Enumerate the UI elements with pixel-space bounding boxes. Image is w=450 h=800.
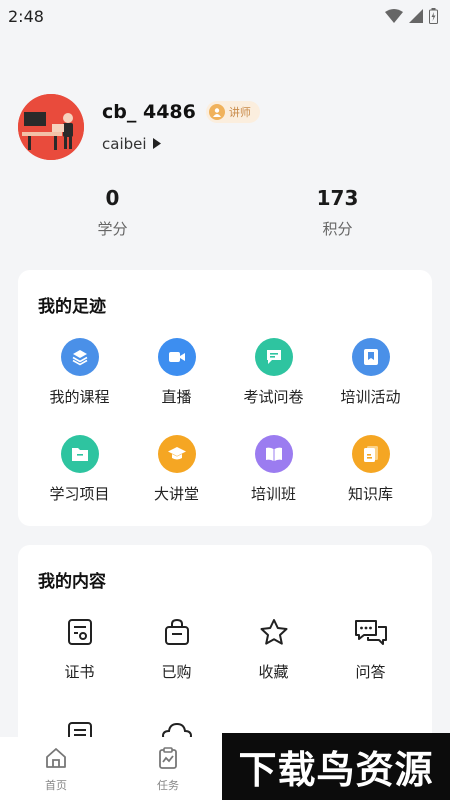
content-item-favorites[interactable]: 收藏 [225, 613, 322, 682]
battery-icon [429, 8, 438, 24]
tab-tasks[interactable]: 任务 [112, 737, 224, 800]
signal-icon [409, 9, 423, 23]
folder-icon [60, 435, 99, 473]
video-icon [157, 338, 196, 376]
item-label: 问答 [355, 663, 386, 681]
shopping-bag-icon [158, 613, 196, 651]
avatar[interactable] [18, 94, 84, 160]
wifi-icon [385, 9, 403, 23]
item-label: 考试问卷 [243, 388, 304, 406]
tab-home[interactable]: 首页 [0, 737, 112, 800]
footprint-item-learning-projects[interactable]: 学习项目 [31, 435, 128, 504]
lecturer-icon [208, 104, 225, 120]
role-label: 讲师 [228, 106, 251, 119]
book-icon [254, 435, 293, 473]
stat-value: 173 [316, 186, 359, 210]
footprint-item-training-class[interactable]: 培训班 [225, 435, 322, 504]
stat-credits[interactable]: 0 学分 [0, 186, 225, 239]
stat-label: 积分 [322, 220, 353, 238]
document-icon [351, 435, 390, 473]
certificate-icon [61, 613, 99, 651]
graduation-cap-icon [157, 435, 196, 473]
footprint-item-live[interactable]: 直播 [128, 338, 225, 407]
status-icons [385, 8, 438, 24]
organization-name: caibei [102, 135, 147, 153]
item-label: 培训活动 [340, 388, 401, 406]
star-icon [255, 613, 293, 651]
organization-switcher[interactable]: caibei [102, 135, 260, 153]
caret-right-icon [152, 135, 161, 153]
section-title: 我的足迹 [38, 297, 106, 317]
task-icon [157, 747, 179, 773]
status-bar: 2:48 [0, 0, 450, 32]
content-item-purchased[interactable]: 已购 [128, 613, 225, 682]
item-label: 直播 [161, 388, 192, 406]
profile-header[interactable]: cb_ 4486 讲师 caibei [18, 92, 432, 162]
stats-row: 0 学分 173 积分 [0, 186, 450, 239]
message-icon [254, 338, 293, 376]
layers-icon [60, 338, 99, 376]
tab-label: 任务 [157, 779, 179, 792]
item-label: 知识库 [347, 485, 393, 503]
stat-label: 学分 [97, 220, 128, 238]
stat-points[interactable]: 173 积分 [225, 186, 450, 239]
home-icon [45, 747, 67, 773]
footprint-item-training-activities[interactable]: 培训活动 [322, 338, 419, 407]
footprint-item-lecture-hall[interactable]: 大讲堂 [128, 435, 225, 504]
item-label: 学习项目 [49, 485, 110, 503]
item-label: 大讲堂 [153, 485, 199, 503]
footprint-item-courses[interactable]: 我的课程 [31, 338, 128, 407]
item-label: 已购 [161, 663, 192, 681]
footprint-card: 我的足迹 我的课程 直播 考试问卷 培训活动 学习项目 大讲堂 培训班 知识库 [18, 270, 432, 526]
status-time: 2:48 [8, 6, 44, 26]
bookmark-icon [351, 338, 390, 376]
role-badge: 讲师 [205, 101, 260, 123]
item-label: 证书 [64, 663, 95, 681]
content-item-certificates[interactable]: 证书 [31, 613, 128, 682]
footprint-item-knowledge-base[interactable]: 知识库 [322, 435, 419, 504]
item-label: 我的课程 [49, 388, 110, 406]
watermark: 下载鸟资源 [222, 733, 450, 800]
stat-value: 0 [105, 186, 120, 210]
item-label: 收藏 [258, 663, 289, 681]
footprint-item-exams[interactable]: 考试问卷 [225, 338, 322, 407]
chat-icon [352, 613, 390, 651]
section-title: 我的内容 [38, 572, 106, 592]
tab-label: 首页 [45, 779, 67, 792]
username: cb_ 4486 [102, 101, 196, 123]
item-label: 培训班 [250, 485, 296, 503]
content-item-qa[interactable]: 问答 [322, 613, 419, 682]
